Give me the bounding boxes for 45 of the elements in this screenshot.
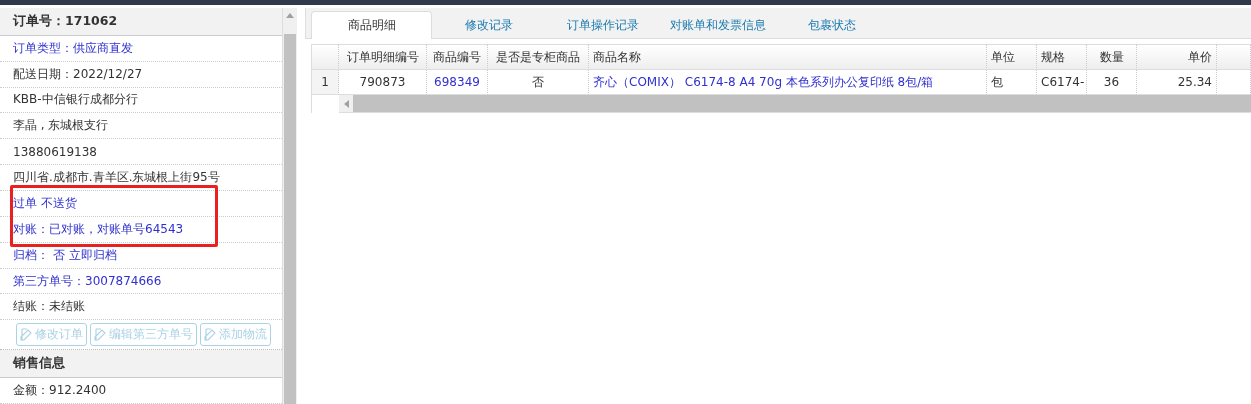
info-text: 13880619138 bbox=[0, 139, 282, 166]
column-header: 订单明细编号 bbox=[339, 44, 427, 70]
table-link[interactable]: 齐心（COMIX） C6174-8 A4 70g 本色系列办公复印纸 8包/箱 bbox=[589, 70, 987, 95]
section-title: 销售信息 bbox=[0, 350, 282, 379]
pencil-icon bbox=[94, 328, 107, 342]
tab[interactable]: 订单操作记录 bbox=[546, 11, 660, 39]
table-link[interactable]: 698349 bbox=[427, 70, 488, 95]
column-header: 单价 bbox=[1137, 44, 1217, 70]
table-cell: 否 bbox=[488, 70, 589, 95]
left-arrow-icon[interactable] bbox=[343, 99, 349, 108]
info-link[interactable]: 对账：已对账，对账单号64543 bbox=[0, 216, 282, 243]
column-header: 单位 bbox=[987, 44, 1037, 70]
horizontal-scrollbar[interactable] bbox=[339, 95, 1251, 113]
info-text: 李晶 , 东城根支行 bbox=[0, 113, 282, 140]
column-header: 商品名称 bbox=[589, 44, 987, 70]
tab[interactable]: 对账单和发票信息 bbox=[660, 11, 775, 39]
info-text: 配送日期：2022/12/27 bbox=[0, 61, 282, 88]
up-arrow-icon[interactable] bbox=[286, 13, 294, 18]
tab[interactable]: 包裹状态 bbox=[775, 11, 889, 39]
info-text: 结账：未结账 bbox=[0, 294, 282, 321]
tab[interactable]: 商品明细 bbox=[311, 11, 432, 39]
column-header: 数量 bbox=[1087, 44, 1137, 70]
pencil-icon bbox=[204, 328, 217, 342]
scrollbar[interactable] bbox=[283, 8, 297, 404]
table-cell: 包 bbox=[987, 70, 1037, 95]
table-cell: 36 bbox=[1087, 70, 1137, 95]
table-cell: 790873 bbox=[339, 70, 427, 95]
info-link[interactable]: 过单 不送货 bbox=[0, 191, 282, 217]
column-header: 规格 bbox=[1037, 44, 1087, 70]
info-text: KBB-中信银行成都分行 bbox=[0, 87, 282, 114]
info-text: 金额：912.2400 bbox=[0, 378, 282, 404]
row-number: 1 bbox=[312, 70, 339, 95]
panel-title: 订单号：171062 bbox=[0, 8, 282, 36]
table-cell: C6174- bbox=[1037, 70, 1087, 95]
column-header: 是否是专柜商品 bbox=[488, 44, 589, 70]
info-text: 四川省.成都市.青羊区.东城根上街95号 bbox=[0, 165, 282, 191]
info-link[interactable]: 第三方单号：3007874666 bbox=[0, 268, 282, 295]
info-link[interactable]: 订单类型：供应商直发 bbox=[0, 35, 282, 62]
column-header: 商品编号 bbox=[427, 44, 488, 70]
header-cell bbox=[1217, 44, 1251, 70]
table-cell bbox=[1217, 70, 1251, 95]
table-cell: 25.34 bbox=[1137, 70, 1217, 95]
info-link[interactable]: 归档： 否 立即归档 bbox=[0, 242, 282, 269]
pencil-icon bbox=[20, 328, 33, 342]
tab[interactable]: 修改记录 bbox=[432, 11, 546, 39]
